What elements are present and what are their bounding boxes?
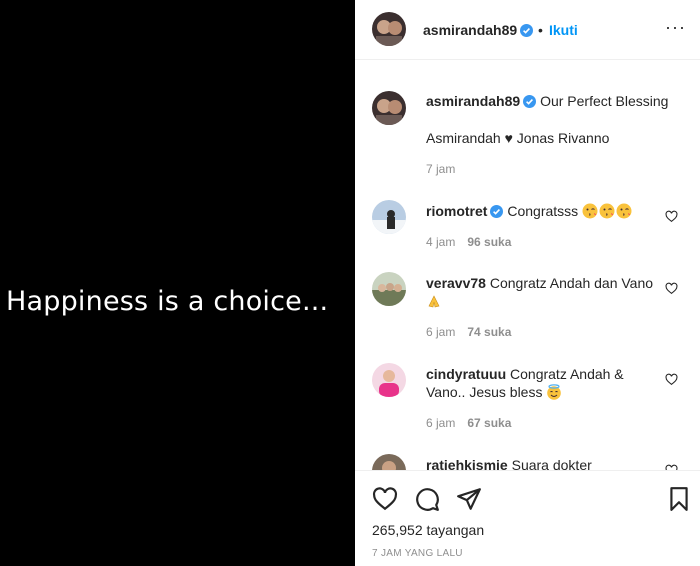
- post-header: asmirandah89 • Ikuti ···: [355, 0, 700, 60]
- more-options-icon[interactable]: ···: [665, 17, 686, 38]
- author-username-text[interactable]: asmirandah89: [423, 22, 517, 38]
- video-caption-text: Happiness is a choice...: [6, 286, 329, 317]
- like-comment-heart-icon[interactable]: [665, 373, 678, 386]
- like-comment-heart-icon[interactable]: [665, 210, 678, 223]
- kissing-face-emoji-icon: [616, 203, 632, 219]
- commenter-avatar[interactable]: [372, 363, 406, 397]
- verified-badge-icon: [490, 204, 504, 222]
- comment-username[interactable]: veravv78: [426, 275, 486, 291]
- comment-meta: 6 jam 67 suka: [426, 416, 511, 430]
- comment-text: Congratsss: [507, 203, 579, 219]
- comment-time[interactable]: 6 jam: [426, 416, 455, 430]
- caption-line-2: Asmirandah ♥ Jonas Rivanno: [426, 130, 610, 146]
- follow-button[interactable]: Ikuti: [549, 22, 578, 38]
- separator-dot: •: [538, 22, 543, 38]
- comment-time[interactable]: 4 jam: [426, 235, 455, 249]
- post-side-panel: asmirandah89 • Ikuti ··· asmirandah89 Ou…: [355, 0, 700, 566]
- comment-username[interactable]: cindyratuuu: [426, 366, 506, 382]
- share-paper-plane-icon[interactable]: [456, 486, 482, 512]
- commenter-avatar[interactable]: [372, 454, 406, 470]
- commenter-avatar[interactable]: [372, 272, 406, 306]
- like-comment-heart-icon[interactable]: [665, 282, 678, 295]
- verified-badge-icon: [523, 94, 537, 112]
- comment-text-block: veravv78 Congratz Andah dan Vano: [426, 274, 656, 310]
- comment-likes[interactable]: 96 suka: [467, 235, 511, 249]
- kissing-face-emoji-icon: [599, 203, 615, 219]
- save-bookmark-icon[interactable]: [666, 486, 692, 512]
- kissing-face-emoji-icon: [582, 203, 598, 219]
- comment-text: Congratz Andah dan Vano: [489, 275, 654, 291]
- post-video[interactable]: Happiness is a choice...: [0, 0, 355, 566]
- verified-badge-icon: [520, 24, 534, 40]
- comment-text-block: riomotret Congratsss: [426, 202, 656, 222]
- caption-time[interactable]: 7 jam: [426, 162, 455, 176]
- comment-meta: 4 jam 96 suka: [426, 235, 511, 249]
- comment-text-block: ratiehkismie Suara dokter: [426, 456, 656, 470]
- comment-text-block: cindyratuuu Congratz Andah & Vano.. Jesu…: [426, 365, 656, 401]
- view-count[interactable]: 265,952 tayangan: [372, 522, 484, 538]
- author-avatar[interactable]: [372, 91, 406, 125]
- caption-text-block: asmirandah89 Our Perfect Blessing: [426, 92, 686, 112]
- comment-username[interactable]: ratiehkismie: [426, 457, 508, 470]
- like-heart-icon[interactable]: [372, 486, 398, 512]
- comment-meta: 6 jam 74 suka: [426, 325, 511, 339]
- post-age[interactable]: 7 JAM YANG LALU: [372, 548, 463, 559]
- author-avatar[interactable]: [372, 12, 406, 46]
- caption-text: Our Perfect Blessing: [540, 93, 669, 109]
- comment-username[interactable]: riomotret: [426, 203, 487, 219]
- smiling-face-with-halo-emoji-icon: [546, 384, 562, 400]
- author-username[interactable]: asmirandah89: [423, 22, 534, 40]
- comment-bubble-icon[interactable]: [414, 486, 440, 512]
- comment-time[interactable]: 6 jam: [426, 325, 455, 339]
- folded-hands-emoji-icon: [426, 293, 442, 309]
- post-actions: 265,952 tayangan 7 JAM YANG LALU: [355, 470, 700, 566]
- caption-username[interactable]: asmirandah89: [426, 93, 520, 109]
- comment-text: Suara dokter: [511, 457, 592, 470]
- comment-likes[interactable]: 67 suka: [467, 416, 511, 430]
- comments-list[interactable]: asmirandah89 Our Perfect Blessing Asmira…: [355, 61, 700, 470]
- comment-likes[interactable]: 74 suka: [467, 325, 511, 339]
- commenter-avatar[interactable]: [372, 200, 406, 234]
